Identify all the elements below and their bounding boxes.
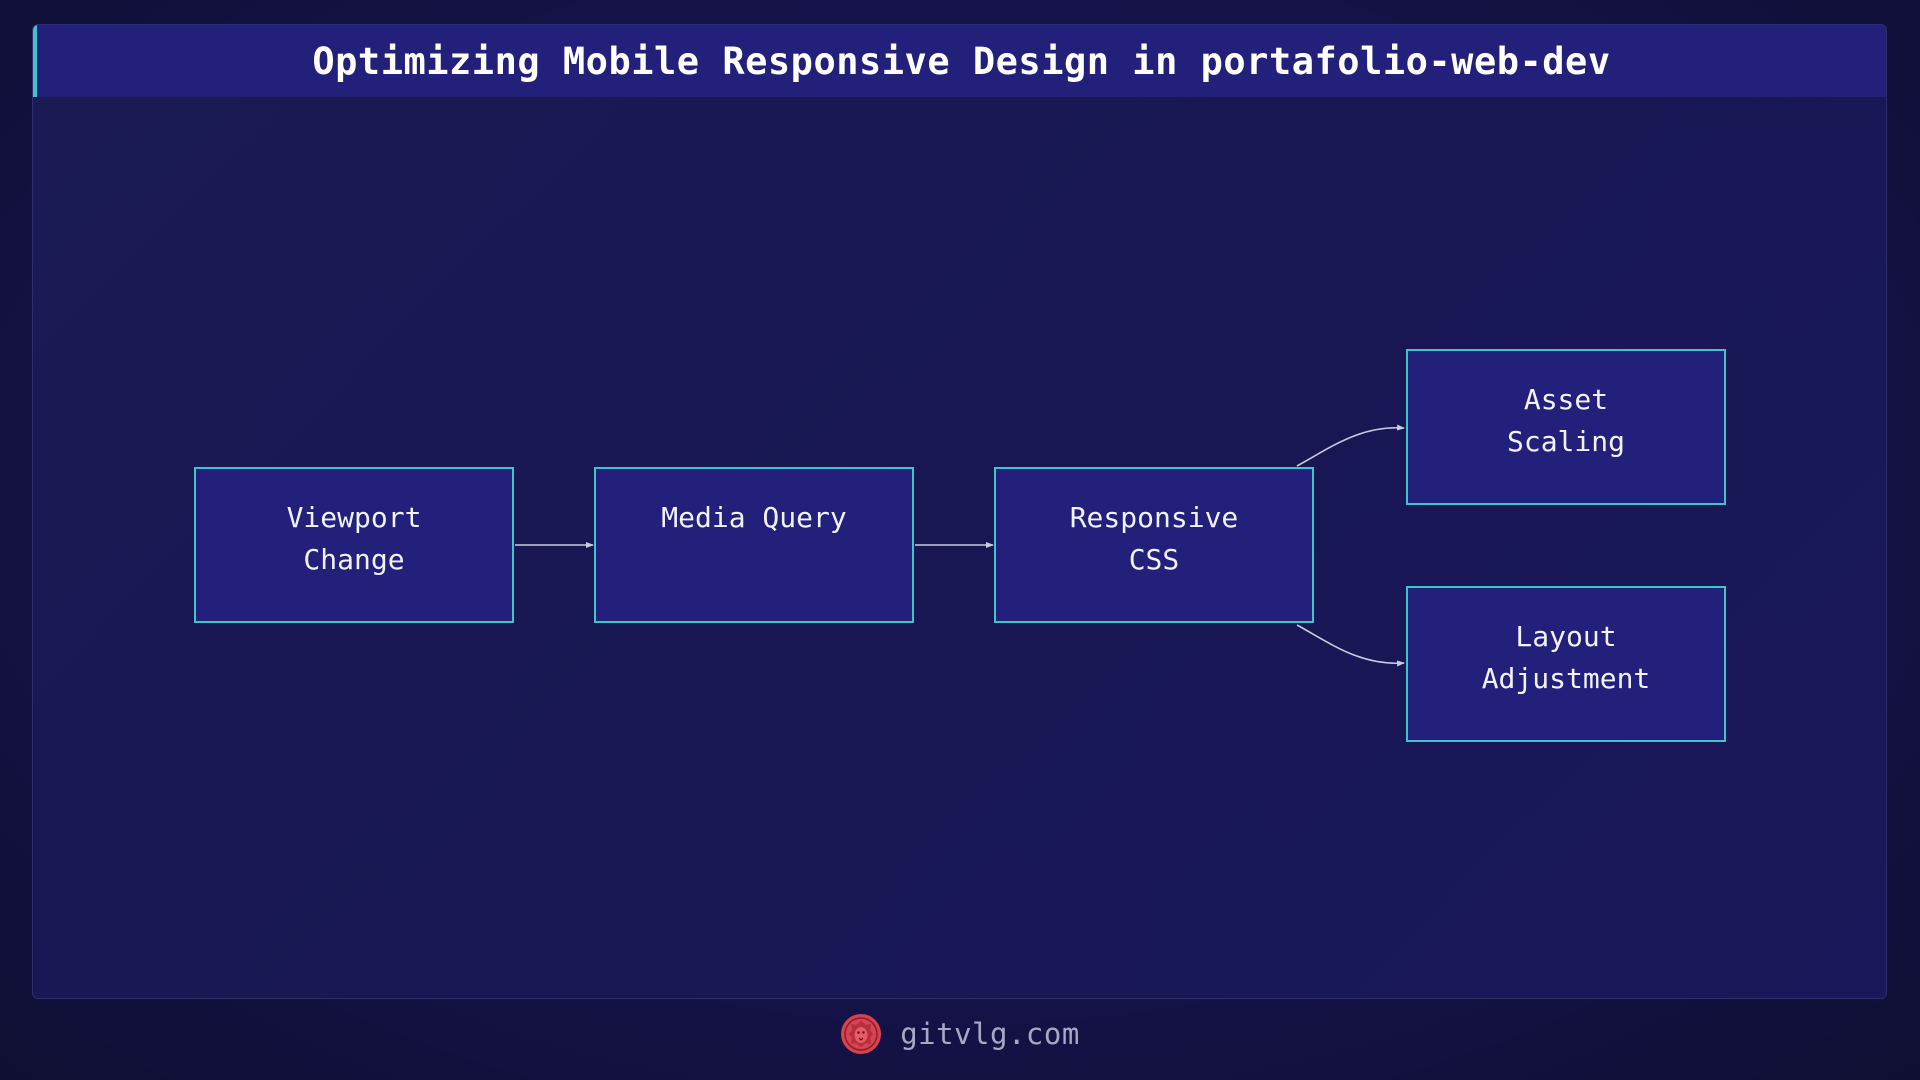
node-responsive-css: Responsive CSS: [994, 467, 1314, 623]
node-layout-adjustment: Layout Adjustment: [1406, 586, 1726, 742]
edge-responsive-css-to-layout-adjustment: [1296, 624, 1405, 667]
lion-logo-icon: [841, 1014, 882, 1054]
node-media-query: Media Query: [594, 467, 914, 623]
footer-site-text: gitvlg.com: [900, 1017, 1080, 1051]
node-asset-scaling: Asset Scaling: [1406, 349, 1726, 505]
node-viewport-change: Viewport Change: [194, 467, 514, 623]
page: Optimizing Mobile Responsive Design in p…: [0, 0, 1920, 1080]
footer: gitvlg.com: [0, 1012, 1920, 1056]
edge-responsive-css-to-asset-scaling: [1296, 424, 1405, 467]
flow-diagram: Viewport Change Media Query Responsive C…: [0, 0, 1920, 1080]
